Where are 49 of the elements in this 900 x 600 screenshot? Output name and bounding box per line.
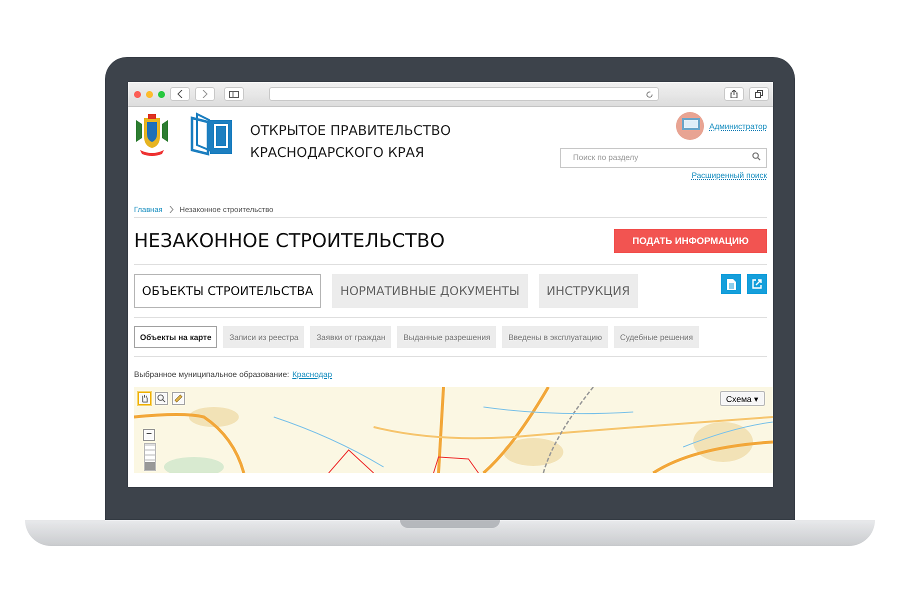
sidebar-button[interactable] [224,87,244,101]
maximize-icon[interactable] [158,90,165,98]
search-field[interactable]: Поиск по разделу [560,148,767,168]
coat-of-arms-icon [134,112,170,158]
report-button[interactable]: ПОДАТЬ ИНФОРМАЦИЮ [614,229,767,253]
tab[interactable]: ИНСТРУКЦИЯ [538,274,638,308]
zoom-slider[interactable] [144,443,156,471]
map-tool-button[interactable] [138,392,151,405]
chevron-left-icon [177,90,183,98]
external-link-button[interactable] [747,274,767,294]
forward-button[interactable] [195,87,215,101]
page-title: НЕЗАКОННОЕ СТРОИТЕЛЬСТВО [134,230,445,252]
map-tool-button[interactable] [155,392,168,405]
site-title: КРАСНОДАРСКОГО КРАЯ [250,144,426,163]
ruler-icon [174,394,183,403]
avatar[interactable] [676,112,704,140]
map-layer-dropdown[interactable]: Схема ▾ [720,391,765,406]
site-title: ОТКРЫТОЕ ПРАВИТЕЛЬСТВО [250,122,451,141]
external-link-icon [752,279,762,289]
tabs-button[interactable] [749,87,769,101]
subtab[interactable]: Записи из реестра [223,326,304,348]
tab[interactable]: НОРМАТИВНЫЕ ДОКУМЕНТЫ [332,274,528,308]
user-link[interactable]: Администратор [709,122,767,130]
subtab[interactable]: Судебные решения [614,326,699,348]
back-button[interactable] [170,87,190,101]
chevron-right-icon [202,90,208,98]
zoom-icon [157,394,166,403]
share-button[interactable] [724,87,744,101]
share-icon [730,90,738,98]
reload-icon[interactable] [646,90,653,98]
document-icon [726,278,736,290]
map-tool-button[interactable] [172,392,185,405]
tab[interactable]: ОБЪЕКТЫ СТРОИТЕЛЬСТВА [134,274,322,308]
subtab[interactable]: Заявки от граждан [310,326,392,348]
sidebar-icon [229,90,239,98]
subtab[interactable]: Объекты на карте [134,326,218,348]
subtab[interactable]: Введены в эксплуатацию [502,326,608,348]
document-button[interactable] [721,274,741,294]
close-icon[interactable] [134,90,141,98]
municipality-label: Выбранное муниципальное образование: [134,370,290,378]
zoom-out-button[interactable]: − [143,429,155,441]
tabs-icon [755,90,763,98]
advanced-search-link[interactable]: Расширенный поиск [692,171,767,180]
chevron-icon [168,206,174,212]
municipality-link[interactable]: Краснодар [292,370,332,378]
zoom-slider-thumb[interactable] [145,462,155,470]
hand-icon [140,394,149,403]
search-icon[interactable] [752,152,761,161]
subtab[interactable]: Выданные разрешения [397,326,496,348]
